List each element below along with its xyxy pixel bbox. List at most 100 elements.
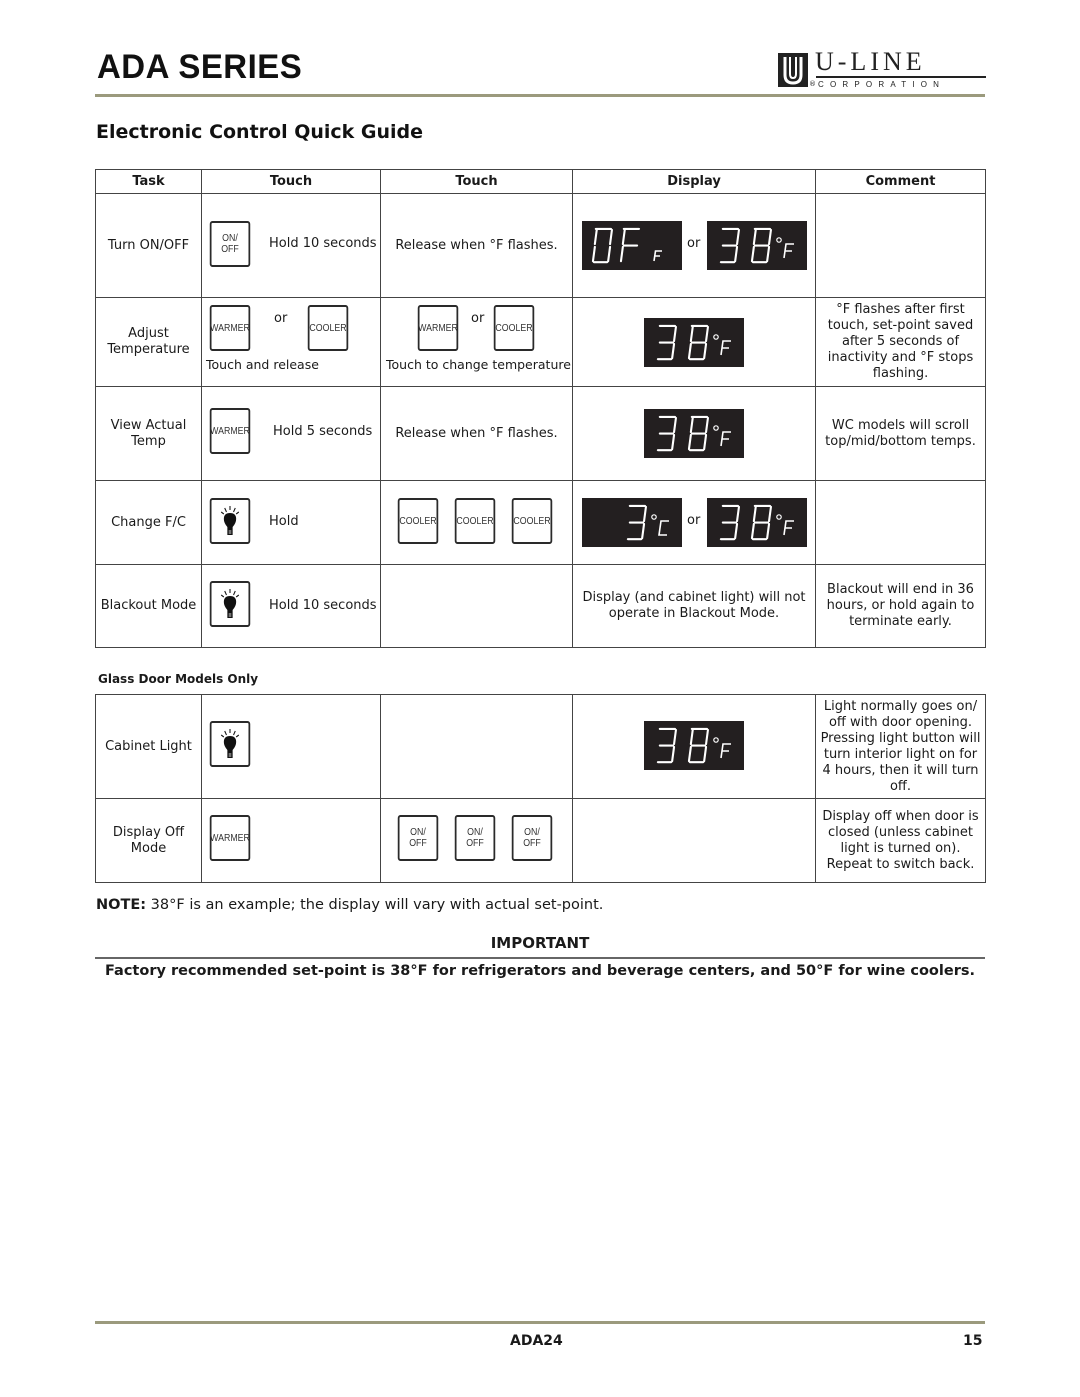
light-key[interactable]	[209, 498, 251, 544]
warmer-key[interactable]: WARMER	[209, 305, 251, 351]
table-header-row: Task Touch Touch Display Comment	[95, 169, 986, 194]
touch-instruction: Hold	[269, 514, 299, 529]
warmer-key[interactable]: WARMER	[209, 815, 251, 861]
touch1-cell: ON/ OFF Hold 10 seconds	[201, 193, 381, 298]
lcd-display	[582, 498, 682, 547]
display-cell: or	[572, 480, 816, 565]
light-bulb-icon	[220, 589, 240, 618]
display-cell: or	[572, 193, 816, 298]
touch1-cell	[201, 694, 381, 799]
task-cell: Turn ON/OFF	[95, 193, 202, 298]
table-row: Adjust Temperature WARMER or COOLER Touc…	[95, 297, 986, 387]
lcd-segments	[656, 415, 731, 452]
lcd-segments	[719, 227, 794, 264]
display-cell	[572, 798, 816, 883]
note-text: 38°F is an example; the display will var…	[146, 897, 604, 913]
table-row: Blackout Mode Hold 10 seconds Display (a…	[95, 564, 986, 648]
lcd-display	[707, 498, 807, 547]
lcd-segments	[591, 227, 662, 264]
column-header-comment: Comment	[815, 169, 986, 194]
lcd-display	[644, 318, 744, 367]
touch-instruction: Hold 5 seconds	[273, 424, 373, 439]
table-row: Change F/C Hold COOLER COOLER COOLER or	[95, 480, 986, 565]
comment-cell: Display off when door is closed (unless …	[815, 798, 986, 883]
cooler-key[interactable]: COOLER	[454, 498, 496, 544]
column-header-display: Display	[572, 169, 816, 194]
display-cell: Display (and cabinet light) will not ope…	[572, 564, 816, 648]
or-label: or	[471, 311, 485, 326]
comment-cell: Light normally goes on/ off with door op…	[815, 694, 986, 799]
lcd-segments	[626, 504, 669, 541]
comment-cell: Blackout will end in 36 hours, or hold a…	[815, 564, 986, 648]
cooler-key[interactable]: COOLER	[307, 305, 349, 351]
comment-cell: WC models will scroll top/mid/bottom tem…	[815, 386, 986, 481]
touch-instruction: Touch and release	[206, 357, 319, 372]
lcd-segments	[719, 504, 794, 541]
touch2-cell: ON/ OFF ON/ OFF ON/ OFF	[380, 798, 573, 883]
table-row: Turn ON/OFF ON/ OFF Hold 10 seconds Rele…	[95, 193, 986, 298]
touch2-cell: Release when °F flashes.	[380, 386, 573, 481]
task-cell: Display Off Mode	[95, 798, 202, 883]
comment-cell	[815, 480, 986, 565]
glass-door-table: Cabinet Light Light normally goes on/ of…	[95, 694, 986, 883]
light-bulb-icon	[220, 506, 240, 535]
light-key[interactable]	[209, 581, 251, 627]
column-header-task: Task	[95, 169, 202, 194]
table-row: View Actual Temp WARMER Hold 5 seconds R…	[95, 386, 986, 481]
task-cell: Blackout Mode	[95, 564, 202, 648]
comment-cell	[815, 193, 986, 298]
logo-wordmark: U-LINE	[815, 47, 926, 76]
or-label: or	[274, 311, 288, 326]
light-key[interactable]	[209, 721, 251, 767]
header-rule	[95, 94, 985, 97]
lcd-segments	[656, 324, 731, 361]
footer-model: ADA24	[510, 1333, 563, 1349]
lcd-display	[644, 721, 744, 770]
display-cell	[572, 297, 816, 387]
touch1-cell: WARMER or COOLER Touch and release	[201, 297, 381, 387]
page-title: Electronic Control Quick Guide	[96, 121, 424, 143]
column-header-touch-1: Touch	[201, 169, 381, 194]
table-row: Cabinet Light Light normally goes on/ of…	[95, 694, 986, 799]
footer-rule	[95, 1321, 985, 1324]
note-label: NOTE:	[96, 897, 147, 913]
lcd-segments	[656, 727, 731, 764]
touch1-cell: Hold 10 seconds	[201, 564, 381, 648]
on-off-key[interactable]: ON/ OFF	[209, 221, 251, 267]
logo-mark-icon	[778, 53, 808, 87]
series-title: ADA SERIES	[97, 48, 303, 86]
touch2-cell: Release when °F flashes.	[380, 193, 573, 298]
glass-door-label: Glass Door Models Only	[98, 672, 259, 686]
touch-instruction: Hold 10 seconds	[269, 236, 377, 251]
task-cell: View Actual Temp	[95, 386, 202, 481]
important-rule	[95, 957, 985, 959]
display-cell	[572, 386, 816, 481]
comment-cell: °F flashes after first touch, set-point …	[815, 297, 986, 387]
touch-instruction: Hold 10 seconds	[269, 598, 377, 613]
u-line-logo: U-LINE ® CORPORATION	[778, 47, 990, 90]
display-cell	[572, 694, 816, 799]
cooler-key[interactable]: COOLER	[493, 305, 535, 351]
on-off-key[interactable]: ON/ OFF	[454, 815, 496, 861]
touch1-cell: Hold	[201, 480, 381, 565]
logo-registered: ®	[809, 80, 816, 88]
cooler-key[interactable]: COOLER	[397, 498, 439, 544]
or-label: or	[687, 236, 701, 251]
page-number: 15	[963, 1333, 983, 1349]
touch2-cell	[380, 564, 573, 648]
logo-corporation: CORPORATION	[818, 80, 946, 89]
touch2-cell: WARMER or COOLER Touch to change tempera…	[380, 297, 573, 387]
task-cell: Change F/C	[95, 480, 202, 565]
light-bulb-icon	[220, 729, 240, 758]
task-cell: Cabinet Light	[95, 694, 202, 799]
important-heading: IMPORTANT	[490, 934, 590, 952]
table-row: Display Off Mode WARMER ON/ OFF ON/ OFF …	[95, 798, 986, 883]
warmer-key[interactable]: WARMER	[209, 408, 251, 454]
warmer-key[interactable]: WARMER	[417, 305, 459, 351]
task-cell: Adjust Temperature	[95, 297, 202, 387]
on-off-key[interactable]: ON/ OFF	[397, 815, 439, 861]
column-header-touch-2: Touch	[380, 169, 573, 194]
on-off-key[interactable]: ON/ OFF	[511, 815, 553, 861]
touch1-cell: WARMER Hold 5 seconds	[201, 386, 381, 481]
cooler-key[interactable]: COOLER	[511, 498, 553, 544]
